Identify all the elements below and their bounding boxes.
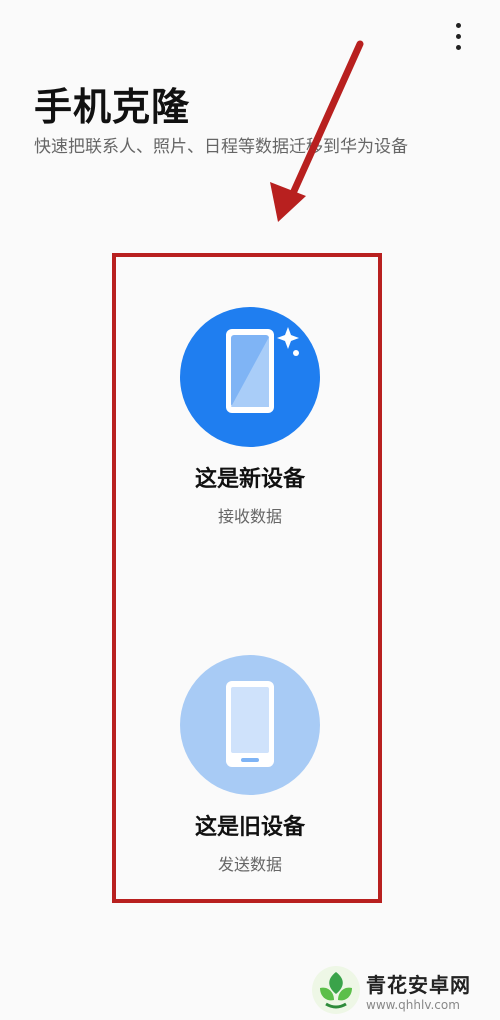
watermark-url: www.qhhlv.com <box>366 997 460 1012</box>
watermark-name: 青花安卓网 <box>366 972 471 997</box>
more-vertical-icon-dot <box>455 33 461 39</box>
new-device-title: 这是新设备 <box>194 467 305 492</box>
page-title: 手机克隆 <box>34 85 191 129</box>
new-device-circle[interactable] <box>180 307 320 447</box>
new-device-subtitle: 接收数据 <box>217 507 282 526</box>
old-device-subtitle: 发送数据 <box>217 855 282 874</box>
old-device-option[interactable]: 这是旧设备 发送数据 <box>150 655 350 875</box>
phone-sparkle-icon <box>226 327 299 413</box>
old-device-circle[interactable] <box>180 655 320 795</box>
phone-icon <box>226 681 274 767</box>
more-vertical-icon-dot <box>455 44 461 50</box>
old-device-title: 这是旧设备 <box>194 815 305 840</box>
watermark: 青花安卓网 www.qhhlv.com <box>310 960 500 1020</box>
more-vertical-icon <box>455 22 461 28</box>
phone-clone-screen: 手机克隆 快速把联系人、照片、日程等数据迁移到华为设备 这是新设备 接收数据 这… <box>0 0 500 1020</box>
watermark-logo-icon <box>312 966 360 1014</box>
more-options-button[interactable] <box>444 14 472 58</box>
page-subtitle: 快速把联系人、照片、日程等数据迁移到华为设备 <box>34 137 408 157</box>
new-device-option[interactable]: 这是新设备 接收数据 <box>150 307 350 527</box>
